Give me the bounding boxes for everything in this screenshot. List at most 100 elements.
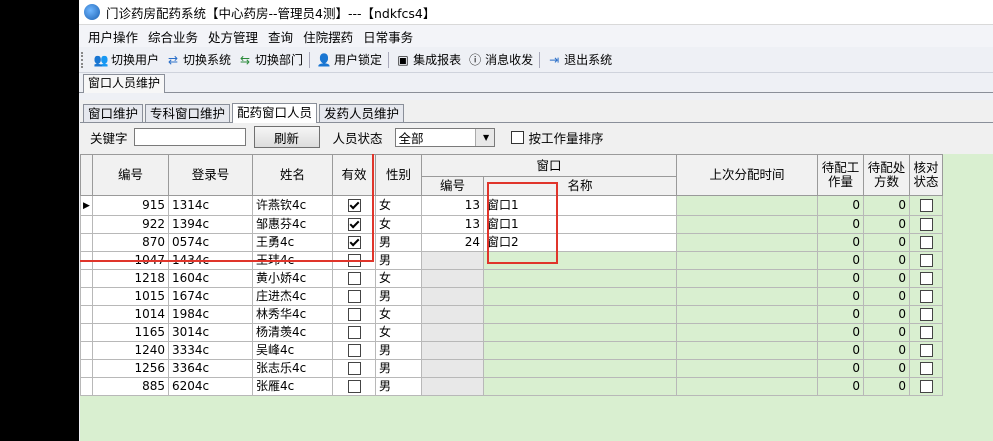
check-status-checkbox[interactable] [919, 254, 933, 267]
check-status-checkbox[interactable] [919, 199, 933, 212]
cell-valid[interactable] [332, 233, 376, 252]
cell-window-id[interactable]: 13 [421, 195, 484, 216]
cell-valid[interactable] [332, 215, 376, 234]
cell-window-name[interactable]: 窗口1 [483, 215, 677, 234]
table-row[interactable]: 870 0574c 王勇4c 男 24 窗口2 0 0 [80, 233, 943, 252]
cell-pending-work[interactable]: 0 [817, 233, 864, 252]
cell-gender[interactable]: 男 [375, 377, 422, 396]
cell-window-name[interactable]: 窗口2 [483, 233, 677, 252]
tab-window-maintenance[interactable]: 窗口维护 [83, 104, 144, 122]
menu-general-business[interactable]: 综合业务 [143, 27, 203, 46]
cell-pending-work[interactable]: 0 [817, 195, 864, 216]
column-header-valid[interactable]: 有效 [332, 154, 376, 196]
toolbar-grip[interactable] [81, 51, 86, 68]
cell-gender[interactable]: 男 [375, 287, 422, 306]
cell-gender[interactable]: 女 [375, 305, 422, 324]
cell-login[interactable]: 1984c [168, 305, 253, 324]
cell-name[interactable]: 杨清羡4c [252, 323, 333, 342]
valid-checkbox[interactable] [347, 344, 361, 357]
cell-gender[interactable]: 男 [375, 359, 422, 378]
cell-window-id[interactable]: 13 [421, 215, 484, 234]
column-header-pending-rx[interactable]: 待配处 方数 [863, 154, 910, 196]
cell-valid[interactable] [332, 305, 376, 324]
cell-id[interactable]: 870 [92, 233, 169, 252]
table-row[interactable]: 1047 1434c 王玮4c 男 0 0 [80, 251, 943, 270]
cell-pending-rx[interactable]: 0 [863, 251, 910, 270]
column-header-gender[interactable]: 性别 [375, 154, 422, 196]
column-header-pending-work[interactable]: 待配工 作量 [817, 154, 864, 196]
cell-window-id[interactable] [421, 269, 484, 288]
cell-valid[interactable] [332, 359, 376, 378]
cell-gender[interactable]: 男 [375, 251, 422, 270]
cell-id[interactable]: 922 [92, 215, 169, 234]
cell-gender[interactable]: 男 [375, 341, 422, 360]
cell-valid[interactable] [332, 323, 376, 342]
cell-pending-rx[interactable]: 0 [863, 215, 910, 234]
row-indicator[interactable] [80, 215, 93, 234]
cell-login[interactable]: 1604c [168, 269, 253, 288]
cell-window-id[interactable] [421, 359, 484, 378]
cell-window-name[interactable] [483, 287, 677, 306]
cell-name[interactable]: 许燕钦4c [252, 195, 333, 216]
row-indicator[interactable] [80, 341, 93, 360]
cell-gender[interactable]: 男 [375, 233, 422, 252]
column-header-check-status[interactable]: 核对 状态 [909, 154, 943, 196]
cell-window-name[interactable] [483, 323, 677, 342]
cell-name[interactable]: 张志乐4c [252, 359, 333, 378]
check-status-checkbox[interactable] [919, 308, 933, 321]
cell-name[interactable]: 王玮4c [252, 251, 333, 270]
cell-last-time[interactable] [676, 377, 818, 396]
cell-check-status[interactable] [909, 251, 943, 270]
row-indicator[interactable]: ▶ [80, 195, 93, 216]
cell-name[interactable]: 王勇4c [252, 233, 333, 252]
switch-user-button[interactable]: 👥 切换用户 [90, 51, 162, 68]
cell-window-id[interactable] [421, 377, 484, 396]
cell-login[interactable]: 1674c [168, 287, 253, 306]
cell-pending-rx[interactable]: 0 [863, 359, 910, 378]
cell-pending-rx[interactable]: 0 [863, 341, 910, 360]
valid-checkbox[interactable] [347, 380, 361, 393]
cell-valid[interactable] [332, 377, 376, 396]
cell-last-time[interactable] [676, 305, 818, 324]
cell-valid[interactable] [332, 287, 376, 306]
cell-pending-work[interactable]: 0 [817, 305, 864, 324]
check-status-checkbox[interactable] [919, 272, 933, 285]
table-row[interactable]: 922 1394c 邹惠芬4c 女 13 窗口1 0 0 [80, 215, 943, 234]
cell-pending-rx[interactable]: 0 [863, 287, 910, 306]
cell-last-time[interactable] [676, 359, 818, 378]
cell-last-time[interactable] [676, 215, 818, 234]
cell-valid[interactable] [332, 269, 376, 288]
cell-window-name[interactable] [483, 377, 677, 396]
valid-checkbox[interactable] [347, 254, 361, 267]
cell-name[interactable]: 邹惠芬4c [252, 215, 333, 234]
column-header-window-name[interactable]: 名称 [483, 176, 677, 196]
cell-id[interactable]: 1165 [92, 323, 169, 342]
cell-name[interactable]: 黄小娇4c [252, 269, 333, 288]
cell-gender[interactable]: 女 [375, 215, 422, 234]
cell-pending-work[interactable]: 0 [817, 215, 864, 234]
menu-prescription-management[interactable]: 处方管理 [203, 27, 263, 46]
valid-checkbox[interactable] [347, 199, 361, 212]
cell-window-name[interactable] [483, 341, 677, 360]
cell-last-time[interactable] [676, 287, 818, 306]
row-indicator[interactable] [80, 251, 93, 270]
cell-window-id[interactable]: 24 [421, 233, 484, 252]
table-row[interactable]: 1014 1984c 林秀华4c 女 0 0 [80, 305, 943, 324]
cell-login[interactable]: 6204c [168, 377, 253, 396]
tab-window-staff-maintenance[interactable]: 窗口人员维护 [83, 74, 166, 93]
exit-button[interactable]: ⇥ 退出系统 [543, 51, 615, 68]
cell-name[interactable]: 吴峰4c [252, 341, 333, 360]
cell-pending-work[interactable]: 0 [817, 359, 864, 378]
cell-pending-rx[interactable]: 0 [863, 269, 910, 288]
cell-pending-work[interactable]: 0 [817, 341, 864, 360]
row-indicator[interactable] [80, 323, 93, 342]
cell-pending-work[interactable]: 0 [817, 377, 864, 396]
cell-id[interactable]: 885 [92, 377, 169, 396]
cell-login[interactable]: 3364c [168, 359, 253, 378]
menu-user-ops[interactable]: 用户操作 [83, 27, 143, 46]
cell-gender[interactable]: 女 [375, 195, 422, 216]
column-header-last-time[interactable]: 上次分配时间 [676, 154, 818, 196]
cell-id[interactable]: 1256 [92, 359, 169, 378]
cell-gender[interactable]: 女 [375, 323, 422, 342]
message-button[interactable]: ⓘ 消息收发 [464, 51, 536, 68]
